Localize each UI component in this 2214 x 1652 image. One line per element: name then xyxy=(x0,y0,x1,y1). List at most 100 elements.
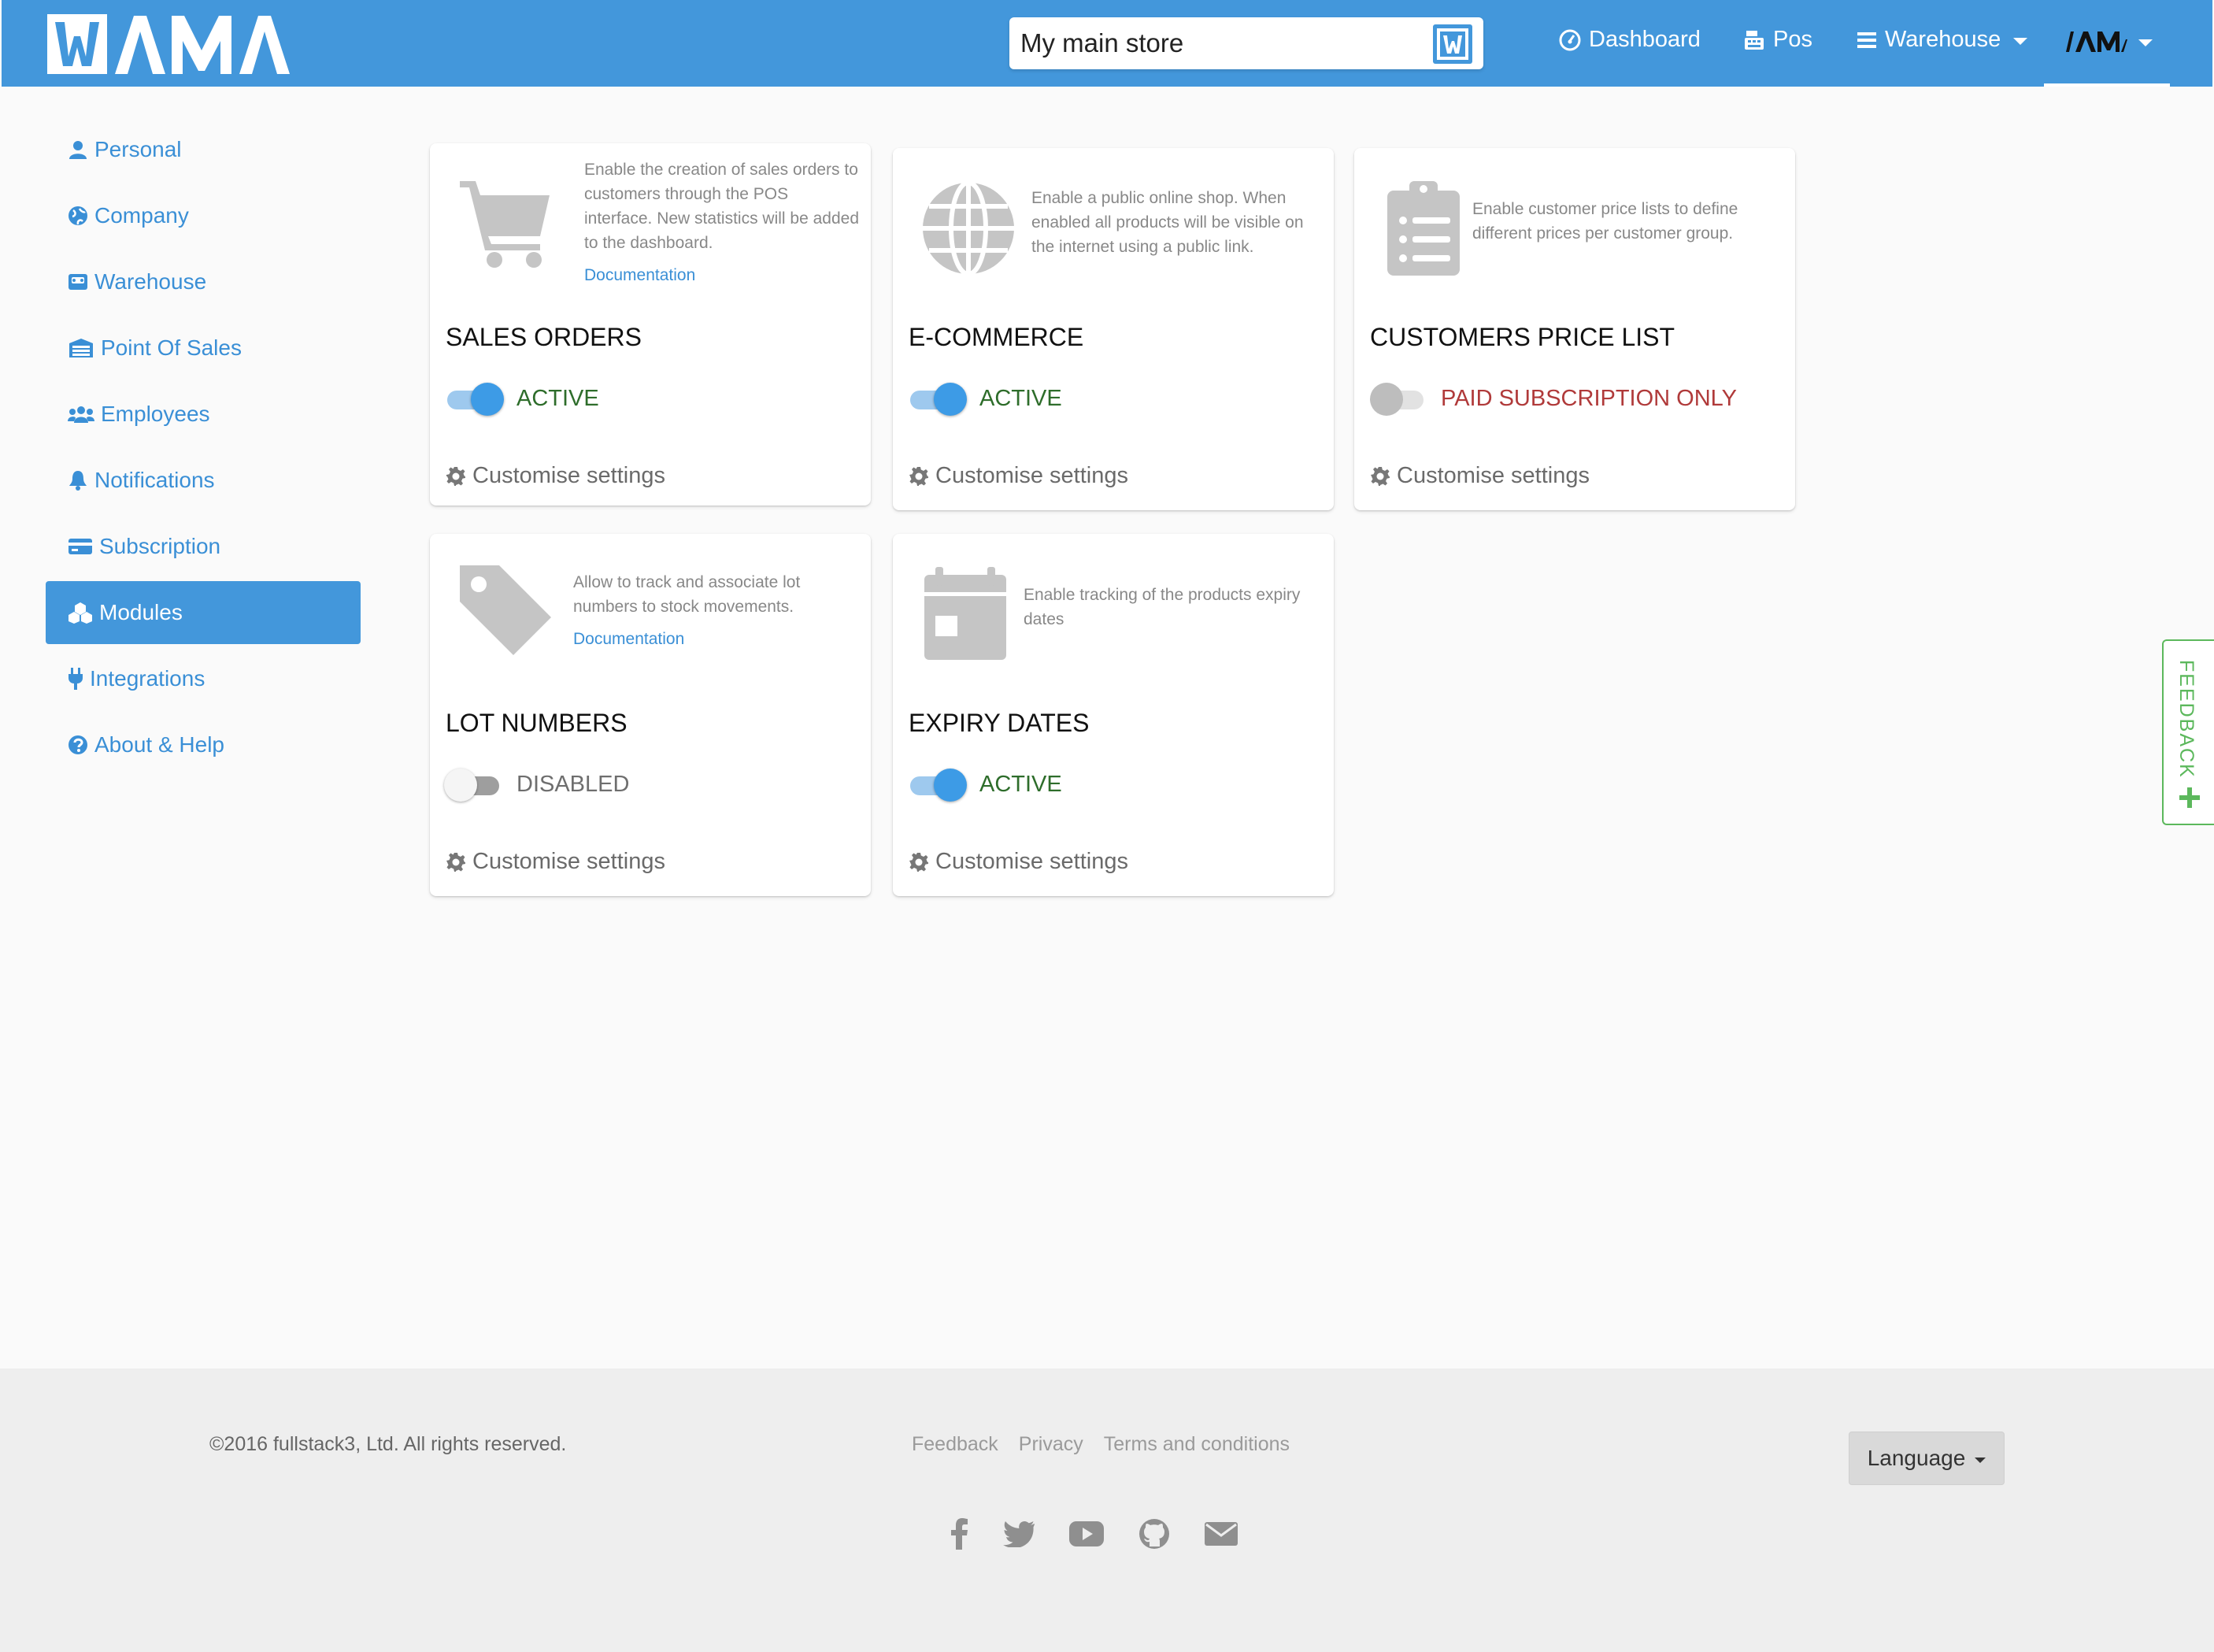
footer-link-feedback[interactable]: Feedback xyxy=(912,1433,998,1456)
language-button-label: Language xyxy=(1867,1446,1966,1470)
envelope-icon[interactable] xyxy=(1205,1522,1238,1546)
module-card-e-commerce: Enable a public online shop. When enable… xyxy=(893,148,1334,510)
warehouse-icon xyxy=(68,274,87,290)
sidebar-item-label: Subscription xyxy=(99,534,221,558)
cash-register-icon xyxy=(69,339,93,357)
list-icon xyxy=(1857,31,1876,48)
credit-card-icon xyxy=(68,539,92,554)
module-toggle[interactable] xyxy=(910,381,967,416)
cubes-icon xyxy=(68,602,92,624)
footer: ©2016 fullstack3, Ltd. All rights reserv… xyxy=(0,1369,2214,1652)
sidebar-item-label: Integrations xyxy=(90,666,205,691)
module-status: DISABLED xyxy=(516,772,630,797)
module-status: ACTIVE xyxy=(979,386,1062,411)
module-title: CUSTOMERS PRICE LIST xyxy=(1370,323,1675,351)
sidebar-item-label: Warehouse xyxy=(94,269,207,294)
sidebar-item-label: Company xyxy=(94,203,189,228)
module-toggle[interactable] xyxy=(444,767,502,802)
sidebar-item-point-of-sales[interactable]: Point Of Sales xyxy=(46,317,361,380)
footer-link-terms[interactable]: Terms and conditions xyxy=(1104,1433,1290,1456)
clipboard-list-icon xyxy=(1386,180,1461,277)
gear-icon xyxy=(446,466,465,486)
module-card-expiry-dates: Enable tracking of the products expiry d… xyxy=(893,534,1334,896)
module-title: EXPIRY DATES xyxy=(909,709,1090,737)
feedback-tab[interactable]: FEEDBACK xyxy=(2162,639,2214,825)
module-title: SALES ORDERS xyxy=(446,323,642,351)
twitter-icon[interactable] xyxy=(1003,1521,1035,1547)
nav-warehouse-dropdown[interactable]: Warehouse xyxy=(1857,27,2028,53)
globe-icon xyxy=(68,206,87,225)
customise-settings-link[interactable]: Customise settings xyxy=(909,463,1128,489)
facebook-icon[interactable] xyxy=(951,1518,968,1550)
footer-link-privacy[interactable]: Privacy xyxy=(1019,1433,1083,1456)
customise-settings-link[interactable]: Customise settings xyxy=(446,849,665,875)
users-icon xyxy=(68,406,94,423)
module-description: Enable customer price lists to define di… xyxy=(1472,200,1738,243)
shopping-cart-icon xyxy=(458,172,553,269)
sidebar-item-warehouse[interactable]: Warehouse xyxy=(46,250,361,313)
module-description: Enable tracking of the products expiry d… xyxy=(1024,586,1301,628)
footer-links: Feedback Privacy Terms and conditions xyxy=(912,1433,1290,1456)
module-title: LOT NUMBERS xyxy=(446,709,628,737)
gear-icon xyxy=(1371,466,1390,486)
youtube-icon[interactable] xyxy=(1069,1521,1104,1546)
chevron-down-icon xyxy=(2013,38,2028,45)
social-links xyxy=(951,1518,1238,1550)
user-menu[interactable] xyxy=(2044,0,2170,87)
customise-settings-link[interactable]: Customise settings xyxy=(446,463,665,489)
module-toggle[interactable] xyxy=(447,381,504,416)
module-toggle[interactable] xyxy=(1370,381,1427,416)
sidebar-item-company[interactable]: Company xyxy=(46,184,361,247)
language-dropdown-button[interactable]: Language xyxy=(1849,1432,2005,1485)
module-toggle[interactable] xyxy=(910,767,967,802)
customise-settings-label: Customise settings xyxy=(472,849,665,874)
sidebar-item-about-help[interactable]: About & Help xyxy=(46,713,361,776)
github-icon[interactable] xyxy=(1138,1518,1170,1550)
module-title: E-COMMERCE xyxy=(909,323,1084,351)
store-selector-value: My main store xyxy=(1020,28,1184,57)
sidebar-item-label: Modules xyxy=(99,600,183,624)
module-card-customers-price-list: Enable customer price lists to define di… xyxy=(1354,148,1795,510)
sidebar-item-employees[interactable]: Employees xyxy=(46,383,361,446)
chevron-down-icon xyxy=(2138,39,2153,46)
question-icon xyxy=(68,735,87,754)
user-icon xyxy=(69,141,87,159)
sidebar-item-integrations[interactable]: Integrations xyxy=(46,647,361,710)
calendar-icon xyxy=(923,565,1008,663)
module-status: ACTIVE xyxy=(979,772,1062,797)
gear-icon xyxy=(909,852,928,872)
wama-logo[interactable] xyxy=(47,13,299,76)
plug-icon xyxy=(68,668,83,690)
bell-icon xyxy=(69,471,87,491)
sidebar-item-modules[interactable]: Modules xyxy=(46,581,361,644)
module-status: ACTIVE xyxy=(516,386,599,411)
sidebar-item-label: Personal xyxy=(94,137,182,161)
customise-settings-link[interactable]: Customise settings xyxy=(909,849,1128,875)
module-description: Enable a public online shop. When enable… xyxy=(1031,189,1304,256)
dashboard-icon xyxy=(1559,29,1581,50)
customise-settings-label: Customise settings xyxy=(935,849,1128,874)
module-card-lot-numbers: Allow to track and associate lot numbers… xyxy=(430,534,871,896)
top-navbar: My main store Dashboard Pos Warehouse xyxy=(2,0,2212,87)
customise-settings-label: Customise settings xyxy=(472,463,665,488)
active-underline xyxy=(2044,83,2170,87)
nav-pos[interactable]: Pos xyxy=(1743,27,1812,53)
feedback-tab-label: FEEDBACK xyxy=(2175,660,2197,779)
chevron-down-icon xyxy=(1975,1457,1986,1463)
gear-icon xyxy=(909,466,928,486)
customise-settings-link[interactable]: Customise settings xyxy=(1370,463,1590,489)
module-status: PAID SUBSCRIPTION ONLY xyxy=(1441,386,1737,411)
sidebar-item-label: Point Of Sales xyxy=(101,335,242,360)
documentation-link[interactable]: Documentation xyxy=(584,263,860,287)
customise-settings-label: Customise settings xyxy=(935,463,1128,488)
sidebar-item-subscription[interactable]: Subscription xyxy=(46,515,361,578)
sidebar-item-label: Employees xyxy=(101,402,210,426)
documentation-link[interactable]: Documentation xyxy=(573,627,861,651)
sidebar-item-personal[interactable]: Personal xyxy=(46,118,361,181)
user-logo-icon xyxy=(2066,31,2127,52)
plus-icon xyxy=(2179,787,2200,808)
sidebar-item-notifications[interactable]: Notifications xyxy=(46,449,361,512)
sidebar-item-label: Notifications xyxy=(94,468,215,492)
nav-dashboard[interactable]: Dashboard xyxy=(1559,27,1701,53)
store-selector[interactable]: My main store xyxy=(1009,17,1483,69)
